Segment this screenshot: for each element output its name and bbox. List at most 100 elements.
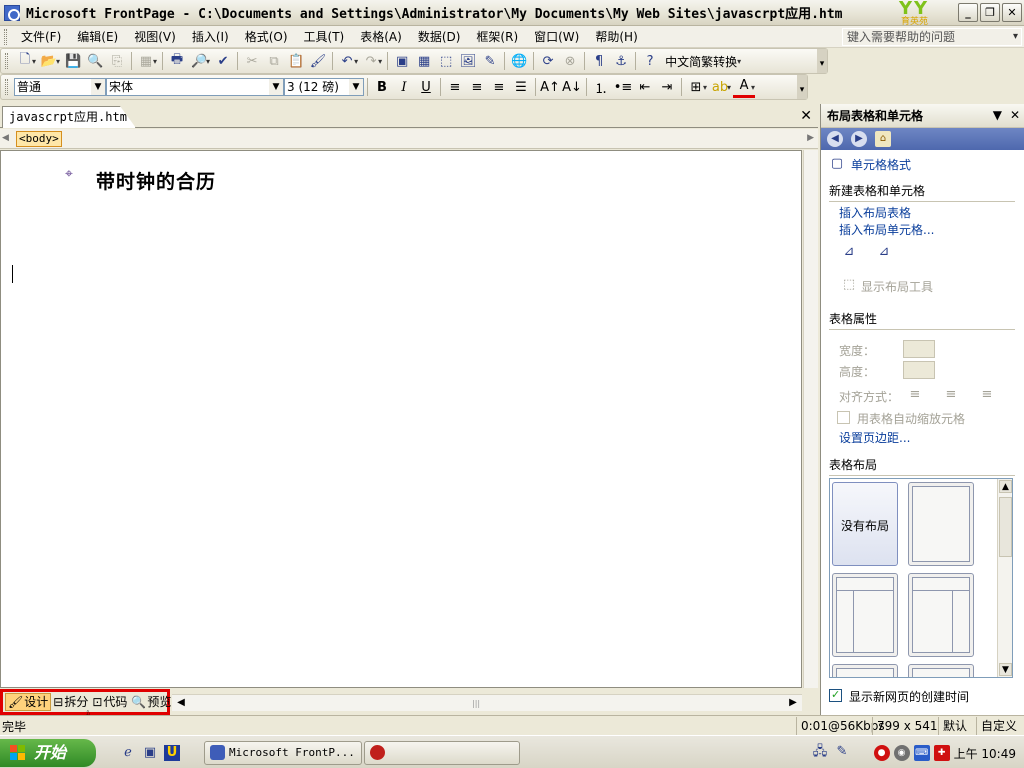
height-input[interactable] <box>903 361 935 379</box>
convert-chinese-button[interactable]: 中文简繁转换 <box>661 53 741 70</box>
tray-ime-icon[interactable]: ⌨ <box>913 745 930 761</box>
align-center-icon[interactable]: ≡ <box>466 76 488 98</box>
underline-icon[interactable]: U <box>415 76 437 98</box>
menu-table[interactable]: 表格(A) <box>352 27 410 47</box>
search-files-icon[interactable]: 🔍 <box>84 50 106 72</box>
toolbar-options-icon[interactable]: ▾ <box>797 75 807 99</box>
insert-layout-cell-link[interactable]: 插入布局单元格... <box>839 221 934 238</box>
start-button[interactable]: 开始 <box>0 739 96 767</box>
spelling-icon[interactable]: ✔ <box>212 50 234 72</box>
toolbar-options-icon[interactable]: ▾ <box>817 49 827 73</box>
paste-icon[interactable]: 📋 <box>285 50 307 72</box>
layout-right-column-option[interactable] <box>908 573 974 657</box>
width-input[interactable] <box>903 340 935 358</box>
tray-pen-icon[interactable]: ✎ <box>834 744 850 760</box>
decrease-font-icon[interactable]: A↓ <box>561 76 583 98</box>
layout-blank-option[interactable] <box>908 482 974 566</box>
restore-button[interactable]: ❐ <box>980 3 1000 22</box>
set-margins-link[interactable]: 设置页边距... <box>839 429 910 446</box>
layout-left-column-option[interactable] <box>832 573 898 657</box>
close-document-icon[interactable]: ✕ <box>800 108 812 124</box>
publish-icon[interactable]: ⎘ <box>106 50 128 72</box>
cut-icon[interactable]: ✂ <box>241 50 263 72</box>
frontpage-app-icon[interactable] <box>4 4 20 21</box>
forward-arrow-icon[interactable]: ▶ <box>851 131 867 147</box>
align-left-icon[interactable]: ≡ <box>907 387 923 403</box>
layout-option-6[interactable] <box>908 664 974 677</box>
chevron-right-icon[interactable]: ▶ <box>807 133 814 143</box>
bold-icon[interactable]: B <box>371 76 393 98</box>
font-size-select[interactable]: 3 (12 磅) ▼ <box>284 78 364 96</box>
scroll-up-icon[interactable]: ▲ <box>999 480 1012 493</box>
scroll-left-icon[interactable]: ◀ <box>174 696 188 710</box>
gallery-scroll-thumb[interactable] <box>999 497 1012 557</box>
stop-icon[interactable]: ⊗ <box>559 50 581 72</box>
page-dimensions[interactable]: 799 x 541 <box>872 717 942 735</box>
document-tab[interactable]: javascrpt应用.htm* <box>2 106 136 128</box>
align-left-icon[interactable]: ≡ <box>444 76 466 98</box>
align-right-icon[interactable]: ≡ <box>488 76 510 98</box>
tray-network-icon[interactable]: 🖧 <box>812 744 828 760</box>
decrease-indent-icon[interactable]: ⇤ <box>634 76 656 98</box>
menu-tools[interactable]: 工具(T) <box>296 27 353 47</box>
hyperlink-icon[interactable]: 🌐 <box>508 50 530 72</box>
layout-none-option[interactable]: 没有布局 <box>832 482 898 566</box>
cell-format-link[interactable]: 单元格格式 <box>851 156 911 173</box>
menu-data[interactable]: 数据(D) <box>410 27 469 47</box>
style-select[interactable]: 普通 ▼ <box>14 78 106 96</box>
auto-scale-checkbox[interactable] <box>837 411 850 424</box>
page-heading[interactable]: 带时钟的合历 <box>96 167 216 194</box>
align-right-icon[interactable]: ≡ <box>979 387 995 403</box>
increase-font-icon[interactable]: A↑ <box>539 76 561 98</box>
menu-view[interactable]: 视图(V) <box>126 27 184 47</box>
scroll-right-icon[interactable]: ▶ <box>786 696 800 710</box>
format-painter-icon[interactable]: 🖌 <box>307 50 329 72</box>
menu-window[interactable]: 窗口(W) <box>526 27 587 47</box>
design-editor[interactable]: ⌖ 带时钟的合历 <box>0 150 802 688</box>
scroll-thumb[interactable]: ||| <box>472 699 480 708</box>
body-tag-button[interactable]: <body> <box>16 131 62 147</box>
help-search-input[interactable]: 键入需要帮助的问题 <box>842 28 1022 46</box>
numbering-icon[interactable]: ⒈ <box>590 76 612 98</box>
tab-preview[interactable]: 🔍 预览 <box>129 693 173 711</box>
gallery-scrollbar[interactable]: ▲ ▼ <box>997 479 1012 677</box>
taskbar-recorder-button[interactable] <box>364 741 520 765</box>
menu-file[interactable]: 文件(F) <box>13 27 69 47</box>
web-component-icon[interactable]: ▣ <box>391 50 413 72</box>
anchor-icon[interactable]: ⚓ <box>610 50 632 72</box>
menu-insert[interactable]: 插入(I) <box>184 27 237 47</box>
save-icon[interactable]: 💾 <box>62 50 84 72</box>
menu-edit[interactable]: 编辑(E) <box>69 27 126 47</box>
chevron-left-icon[interactable]: ◀ <box>2 133 9 143</box>
internet-explorer-icon[interactable]: ℯ <box>120 745 136 761</box>
status-default[interactable]: 默认 <box>938 717 971 735</box>
status-custom[interactable]: 自定义 <box>976 717 1021 735</box>
draw-layout-table-icon[interactable]: ⊿ <box>841 244 857 260</box>
tray-speaker-icon[interactable]: ◉ <box>893 745 910 761</box>
align-center-icon[interactable]: ≡ <box>943 387 959 403</box>
chevron-down-icon[interactable]: ▼ <box>993 108 1002 122</box>
insert-layout-table-link[interactable]: 插入布局表格 <box>839 204 911 221</box>
help-icon[interactable]: ? <box>639 50 661 72</box>
draw-layout-cell-icon[interactable]: ⊿ <box>876 244 892 260</box>
show-desktop-icon[interactable]: ▣ <box>142 745 158 761</box>
print-icon[interactable]: 🖶 <box>166 50 188 72</box>
close-window-button[interactable]: ✕ <box>1002 3 1022 22</box>
quicklaunch-app-icon[interactable]: U <box>164 745 180 761</box>
home-icon[interactable]: ⌂ <box>875 131 891 147</box>
tab-design[interactable]: 🖌 设计 <box>5 693 52 711</box>
show-layout-tool-link[interactable]: 显示布局工具 <box>861 278 933 295</box>
layout-option-5[interactable] <box>832 664 898 677</box>
minimize-button[interactable]: _ <box>958 3 978 22</box>
menu-grip[interactable] <box>4 28 7 45</box>
show-all-icon[interactable]: ¶ <box>588 50 610 72</box>
font-select[interactable]: 宋体 ▼ <box>106 78 284 96</box>
toolbar-grip[interactable] <box>5 53 8 69</box>
editor-horizontal-scrollbar[interactable]: ◀ ||| ▶ <box>172 694 802 711</box>
menu-frames[interactable]: 框架(R) <box>468 27 526 47</box>
drawing-icon[interactable]: ✎ <box>479 50 501 72</box>
justify-icon[interactable]: ☰ <box>510 76 532 98</box>
insert-table-icon[interactable]: ▦ <box>413 50 435 72</box>
tray-record-icon[interactable]: ● <box>873 745 890 761</box>
back-arrow-icon[interactable]: ◀ <box>827 131 843 147</box>
